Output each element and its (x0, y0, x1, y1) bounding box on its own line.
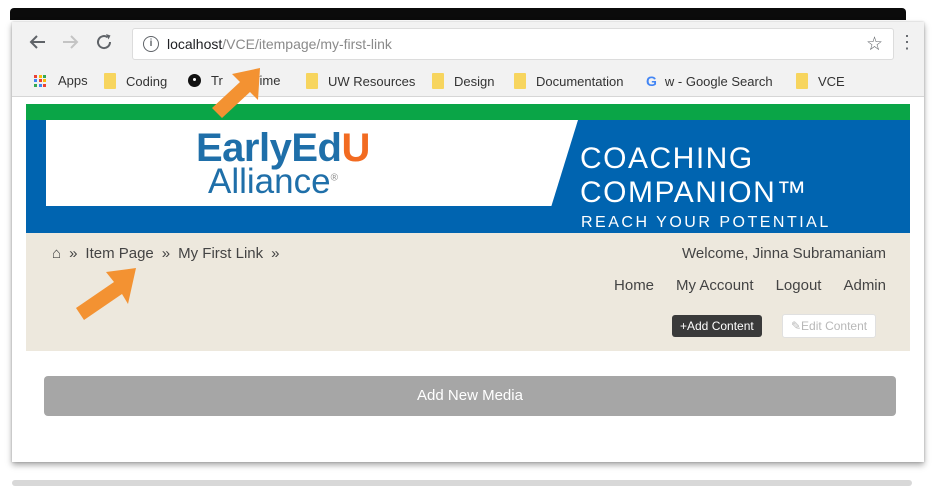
bookmark-design[interactable]: Design (432, 73, 494, 89)
folder-icon (104, 73, 116, 89)
bookmark-star-icon[interactable]: ☆ (866, 33, 883, 56)
arrow-left-icon (29, 35, 45, 49)
folder-icon (796, 73, 808, 89)
address-bar[interactable]: i localhost /VCE/itempage/my-first-link … (132, 28, 894, 60)
bookmark-coding[interactable]: Coding (104, 73, 167, 89)
add-new-media-button[interactable]: Add New Media (44, 376, 896, 416)
arrow-right-icon (63, 35, 79, 49)
bookmark-apps[interactable]: Apps (34, 73, 88, 88)
browser-toolbar: i localhost /VCE/itempage/my-first-link … (12, 22, 924, 66)
annotation-arrow-url-icon (212, 68, 260, 118)
tagline-coaching: COACHING (580, 142, 754, 175)
reload-button[interactable] (92, 30, 116, 54)
browser-window: i localhost /VCE/itempage/my-first-link … (12, 22, 924, 462)
bookmark-label: VCE (818, 73, 845, 89)
clock-icon (188, 74, 201, 87)
bookmark-label: w - Google Search (664, 73, 773, 89)
folder-icon (306, 73, 318, 89)
breadcrumb-separator: » (161, 245, 171, 262)
navigation-panel: ⌂ » Item Page » My First Link » Welcome,… (26, 233, 910, 351)
logo-alliance: Alliance® (208, 162, 338, 202)
logo-text-u: U (341, 126, 370, 170)
nav-my-account[interactable]: My Account (676, 277, 754, 294)
site-nav: Home My Account Logout Admin (614, 277, 886, 294)
site-top-stripe (26, 104, 910, 120)
nav-home[interactable]: Home (614, 277, 654, 294)
window-top-edge (10, 8, 906, 20)
bookmarks-bar: Apps Coding Tr gTime UW Resources Design … (12, 66, 924, 97)
bookmark-label: Documentation (536, 73, 624, 89)
browser-menu-icon[interactable]: ⋮ (898, 32, 916, 53)
bookmark-vce[interactable]: VCE (796, 73, 845, 89)
breadcrumb-separator: » (271, 245, 280, 262)
bookmark-label: UW Resources (328, 73, 416, 89)
url-path: /VCE/itempage/my-first-link (222, 36, 392, 52)
bookmark-label: Apps (58, 73, 88, 88)
logo-panel[interactable]: EarlyEdU Alliance® (46, 120, 578, 206)
registered-mark: ® (330, 172, 338, 184)
add-content-button[interactable]: +Add Content (672, 315, 762, 337)
welcome-message: Welcome, Jinna Subramaniam (682, 245, 886, 262)
breadcrumb-item-page[interactable]: Item Page (85, 245, 153, 262)
window-bottom-edge (12, 480, 912, 486)
bookmark-label: Design (454, 73, 495, 89)
google-g-icon: G (646, 73, 657, 89)
folder-icon (514, 73, 526, 89)
nav-admin[interactable]: Admin (843, 277, 886, 294)
bookmark-documentation[interactable]: Documentation (514, 73, 623, 89)
info-icon[interactable]: i (143, 36, 159, 52)
apps-grid-icon (34, 74, 46, 87)
nav-logout[interactable]: Logout (776, 277, 822, 294)
reload-icon (97, 34, 112, 50)
breadcrumb: ⌂ » Item Page » My First Link » (52, 245, 279, 262)
annotation-arrow-breadcrumb-icon (76, 268, 136, 320)
back-button[interactable] (26, 30, 50, 54)
bookmark-google-search[interactable]: G w - Google Search (646, 73, 773, 89)
breadcrumb-my-first-link[interactable]: My First Link (178, 245, 263, 262)
edit-content-button[interactable]: ✎Edit Content (782, 314, 877, 338)
tagline-reach: REACH YOUR POTENTIAL (581, 214, 831, 231)
home-icon[interactable]: ⌂ (52, 245, 61, 262)
bookmark-label: Coding (126, 73, 168, 89)
breadcrumb-separator: » (69, 245, 78, 262)
folder-icon (432, 73, 444, 89)
logo-text-alliance: Alliance (208, 162, 331, 201)
tagline-companion: COMPANION™ (580, 176, 808, 209)
forward-button[interactable] (58, 30, 82, 54)
url-host: localhost (167, 36, 223, 52)
bookmark-uw-resources[interactable]: UW Resources (306, 73, 415, 89)
site-banner: EarlyEdU Alliance® COACHING COMPANION™ R… (26, 120, 910, 233)
